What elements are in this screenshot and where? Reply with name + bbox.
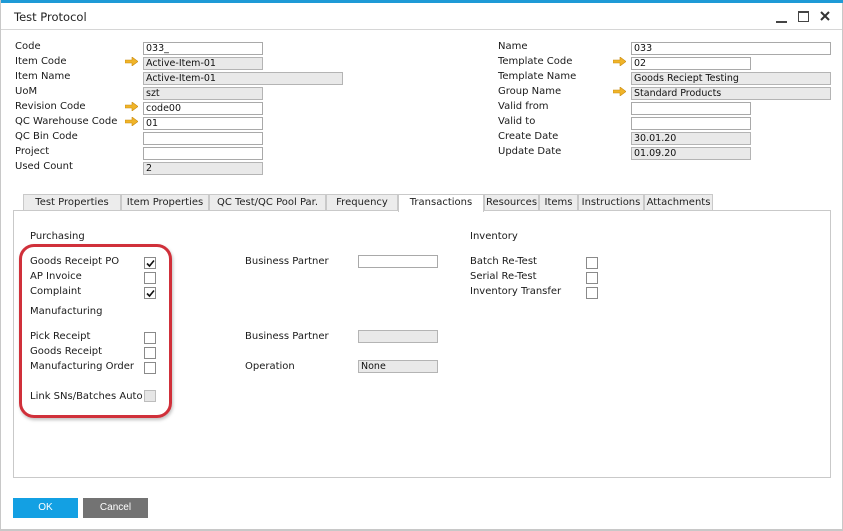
project-field[interactable] [143, 147, 263, 160]
batch-re-test-label: Batch Re-Test [470, 256, 537, 267]
item-name-label: Item Name [15, 71, 71, 82]
ap-invoice-label: AP Invoice [30, 271, 82, 282]
uom-field[interactable]: szt [143, 87, 263, 100]
minimize-icon [776, 21, 787, 23]
tab-frequency[interactable]: Frequency [326, 194, 398, 211]
item-code-field[interactable]: Active-Item-01 [143, 57, 263, 70]
manufacturing-order-label: Manufacturing Order [30, 361, 135, 372]
item-code-link-arrow-icon[interactable] [124, 56, 139, 67]
link-sns-batches-label: Link SNs/Batches Auto [30, 391, 143, 402]
revision-code-field[interactable]: code00 [143, 102, 263, 115]
maximize-button[interactable] [795, 8, 811, 24]
goods-receipt-label: Goods Receipt [30, 346, 103, 357]
template-name-field[interactable]: Goods Reciept Testing [631, 72, 831, 85]
qc-bin-code-label: QC Bin Code [15, 131, 78, 142]
ok-button[interactable]: OK [13, 498, 78, 518]
ap-invoice-checkbox[interactable] [144, 272, 156, 284]
complaint-checkbox[interactable] [144, 287, 156, 299]
checkmark-icon [146, 259, 155, 268]
uom-label: UoM [15, 86, 38, 97]
code-field[interactable]: 033_ [143, 42, 263, 55]
item-name-field[interactable]: Active-Item-01 [143, 72, 343, 85]
checkmark-icon [146, 289, 155, 298]
purchasing-business-partner-input[interactable] [358, 255, 438, 268]
valid-from-label: Valid from [498, 101, 549, 112]
link-sns-batches-checkbox[interactable] [144, 390, 156, 402]
pick-receipt-checkbox[interactable] [144, 332, 156, 344]
code-label: Code [15, 41, 41, 52]
inventory-heading: Inventory [470, 231, 518, 242]
group-name-link-arrow-icon[interactable] [612, 86, 627, 97]
tab-attachments[interactable]: Attachments [644, 194, 713, 211]
revision-code-link-arrow-icon[interactable] [124, 101, 139, 112]
valid-to-field[interactable] [631, 117, 751, 130]
template-code-field[interactable]: 02 [631, 57, 751, 70]
create-date-field[interactable]: 30.01.20 [631, 132, 751, 145]
tab-instructions[interactable]: Instructions [578, 194, 644, 211]
pick-receipt-label: Pick Receipt [30, 331, 91, 342]
tab-test-properties[interactable]: Test Properties [23, 194, 121, 211]
template-name-label: Template Name [498, 71, 577, 82]
manufacturing-order-checkbox[interactable] [144, 362, 156, 374]
template-code-label: Template Code [498, 56, 573, 67]
tab-items[interactable]: Items [539, 194, 578, 211]
tab-qc-test-qc-pool-par[interactable]: QC Test/QC Pool Par. [209, 194, 326, 211]
qc-warehouse-code-label: QC Warehouse Code [15, 116, 118, 127]
template-code-link-arrow-icon[interactable] [612, 56, 627, 67]
name-label: Name [498, 41, 528, 52]
qc-bin-code-field[interactable] [143, 132, 263, 145]
qc-warehouse-code-field[interactable]: 01 [143, 117, 263, 130]
project-label: Project [15, 146, 50, 157]
batch-re-test-checkbox[interactable] [586, 257, 598, 269]
close-button[interactable] [817, 8, 833, 24]
inventory-transfer-label: Inventory Transfer [470, 286, 562, 297]
manufacturing-business-partner-input[interactable] [358, 330, 438, 343]
close-icon [820, 11, 830, 21]
serial-re-test-checkbox[interactable] [586, 272, 598, 284]
complaint-label: Complaint [30, 286, 82, 297]
revision-code-label: Revision Code [15, 101, 86, 112]
tab-resources[interactable]: Resources [484, 194, 539, 211]
group-name-label: Group Name [498, 86, 562, 97]
used-count-label: Used Count [15, 161, 73, 172]
manufacturing-business-partner-label: Business Partner [245, 331, 329, 342]
purchasing-business-partner-label: Business Partner [245, 256, 329, 267]
create-date-label: Create Date [498, 131, 559, 142]
item-code-label: Item Code [15, 56, 67, 67]
window-title: Test Protocol [14, 10, 87, 24]
name-field[interactable]: 033 [631, 42, 831, 55]
serial-re-test-label: Serial Re-Test [470, 271, 537, 282]
maximize-icon [798, 11, 809, 22]
update-date-label: Update Date [498, 146, 562, 157]
title-bar[interactable]: Test Protocol [1, 3, 842, 30]
transactions-panel [13, 210, 831, 478]
used-count-field[interactable]: 2 [143, 162, 263, 175]
tab-transactions[interactable]: Transactions [398, 194, 484, 212]
goods-receipt-checkbox[interactable] [144, 347, 156, 359]
tab-item-properties[interactable]: Item Properties [121, 194, 209, 211]
manufacturing-heading: Manufacturing [30, 306, 103, 317]
operation-label: Operation [245, 361, 295, 372]
operation-select[interactable]: None [358, 360, 438, 373]
inventory-transfer-checkbox[interactable] [586, 287, 598, 299]
update-date-field[interactable]: 01.09.20 [631, 147, 751, 160]
valid-from-field[interactable] [631, 102, 751, 115]
goods-receipt-po-checkbox[interactable] [144, 257, 156, 269]
cancel-button[interactable]: Cancel [83, 498, 148, 518]
goods-receipt-po-label: Goods Receipt PO [30, 256, 120, 267]
group-name-field[interactable]: Standard Products [631, 87, 831, 100]
minimize-button[interactable] [774, 8, 790, 24]
qc-warehouse-code-link-arrow-icon[interactable] [124, 116, 139, 127]
valid-to-label: Valid to [498, 116, 536, 127]
purchasing-heading: Purchasing [30, 231, 85, 242]
